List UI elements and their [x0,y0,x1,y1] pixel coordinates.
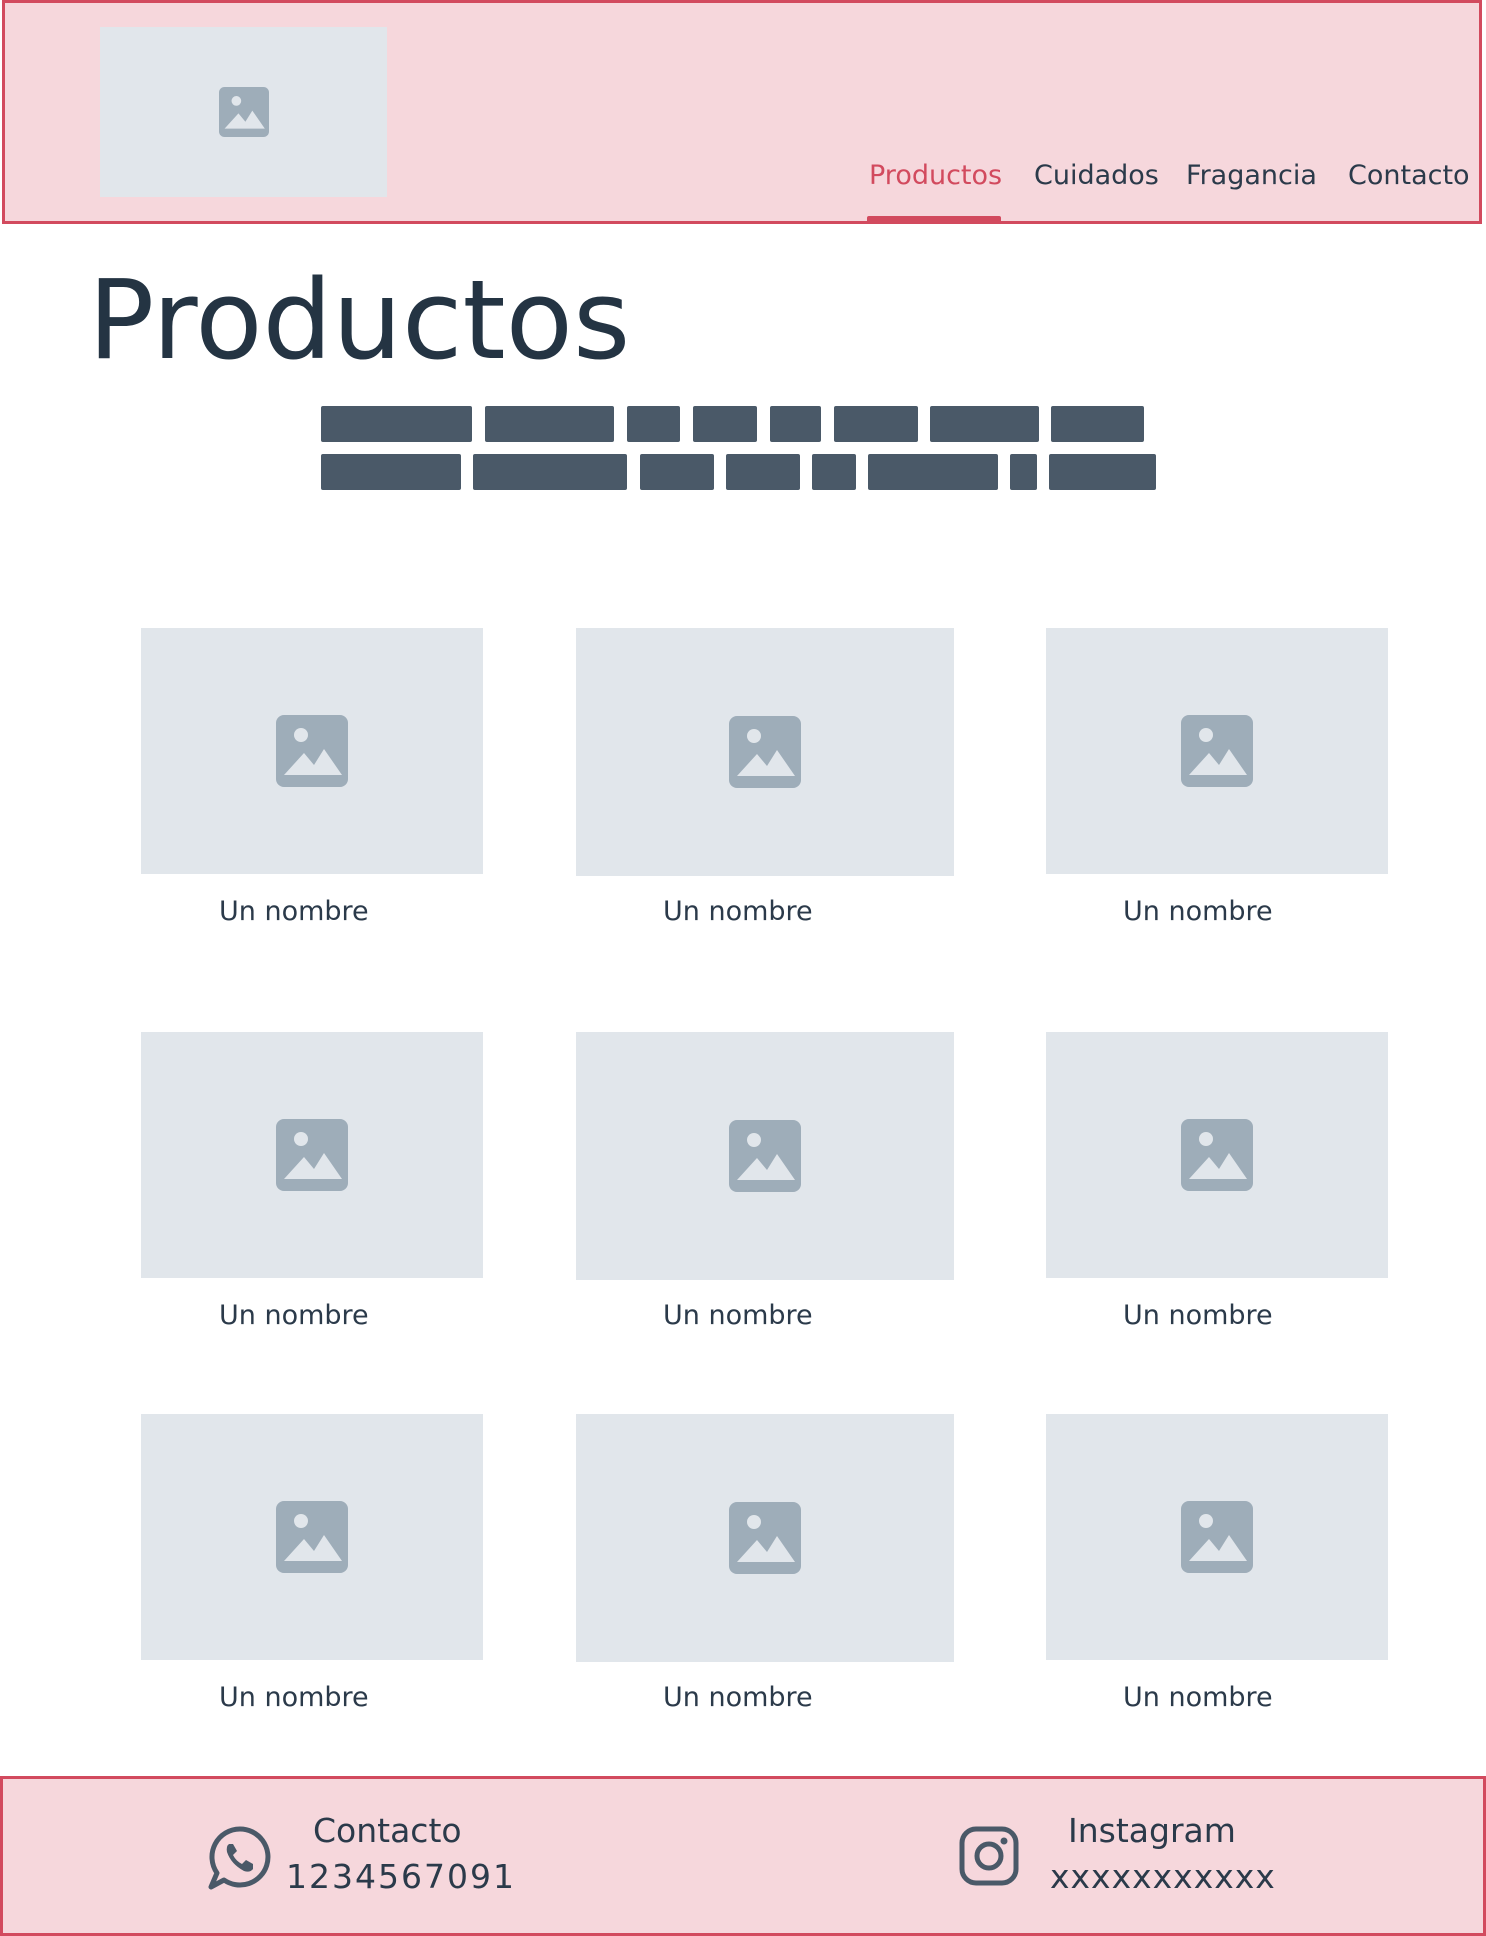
instagram-icon[interactable] [958,1825,1020,1887]
product-name[interactable]: Un nombre [219,1682,369,1713]
product-image[interactable] [141,628,483,874]
image-placeholder-icon [276,1501,348,1573]
product-image[interactable] [576,628,954,876]
product-name[interactable]: Un nombre [1123,896,1273,927]
redacted-block [834,406,918,442]
redacted-block [1051,406,1144,442]
contact-phone[interactable]: 1234567091 [286,1857,516,1896]
redacted-block [812,454,856,490]
redacted-block [321,406,472,442]
product-name[interactable]: Un nombre [663,1300,813,1331]
instagram-title: Instagram [1068,1811,1236,1850]
page-title: Productos [88,256,631,384]
instagram-handle[interactable]: xxxxxxxxxxx [1050,1857,1276,1896]
product-name[interactable]: Un nombre [1123,1682,1273,1713]
nav-item-productos[interactable]: Productos [869,160,1002,191]
nav-item-fragancia[interactable]: Fragancia [1186,160,1317,191]
product-name[interactable]: Un nombre [663,896,813,927]
product-image[interactable] [141,1414,483,1660]
logo-placeholder[interactable] [100,27,387,197]
image-placeholder-icon [729,1120,801,1192]
redacted-block [726,454,800,490]
redacted-block [1010,454,1037,490]
product-image[interactable] [576,1032,954,1280]
image-placeholder-icon [1181,715,1253,787]
redacted-block [473,454,627,490]
redacted-block [930,406,1039,442]
nav-item-cuidados[interactable]: Cuidados [1034,160,1159,191]
product-image[interactable] [1046,1414,1388,1660]
image-placeholder-icon [729,1502,801,1574]
image-placeholder-icon [276,715,348,787]
redacted-block [693,406,757,442]
redacted-block [627,406,680,442]
redacted-block [868,454,998,490]
product-image[interactable] [576,1414,954,1662]
contact-title: Contacto [313,1811,462,1850]
product-image[interactable] [141,1032,483,1278]
image-placeholder-icon [218,87,269,137]
whatsapp-icon[interactable] [206,1824,274,1892]
redacted-block [321,454,461,490]
active-nav-indicator [867,216,1001,224]
product-image[interactable] [1046,628,1388,874]
redacted-block [770,406,821,442]
image-placeholder-icon [1181,1501,1253,1573]
product-name[interactable]: Un nombre [663,1682,813,1713]
redacted-block [640,454,714,490]
image-placeholder-icon [276,1119,348,1191]
nav-item-contacto[interactable]: Contacto [1348,160,1470,191]
site-footer: Contacto 1234567091 Instagram xxxxxxxxxx… [0,1776,1486,1936]
product-name[interactable]: Un nombre [219,896,369,927]
redacted-block [485,406,614,442]
image-placeholder-icon [729,716,801,788]
product-image[interactable] [1046,1032,1388,1278]
redacted-block [1049,454,1156,490]
image-placeholder-icon [1181,1119,1253,1191]
product-name[interactable]: Un nombre [1123,1300,1273,1331]
product-name[interactable]: Un nombre [219,1300,369,1331]
